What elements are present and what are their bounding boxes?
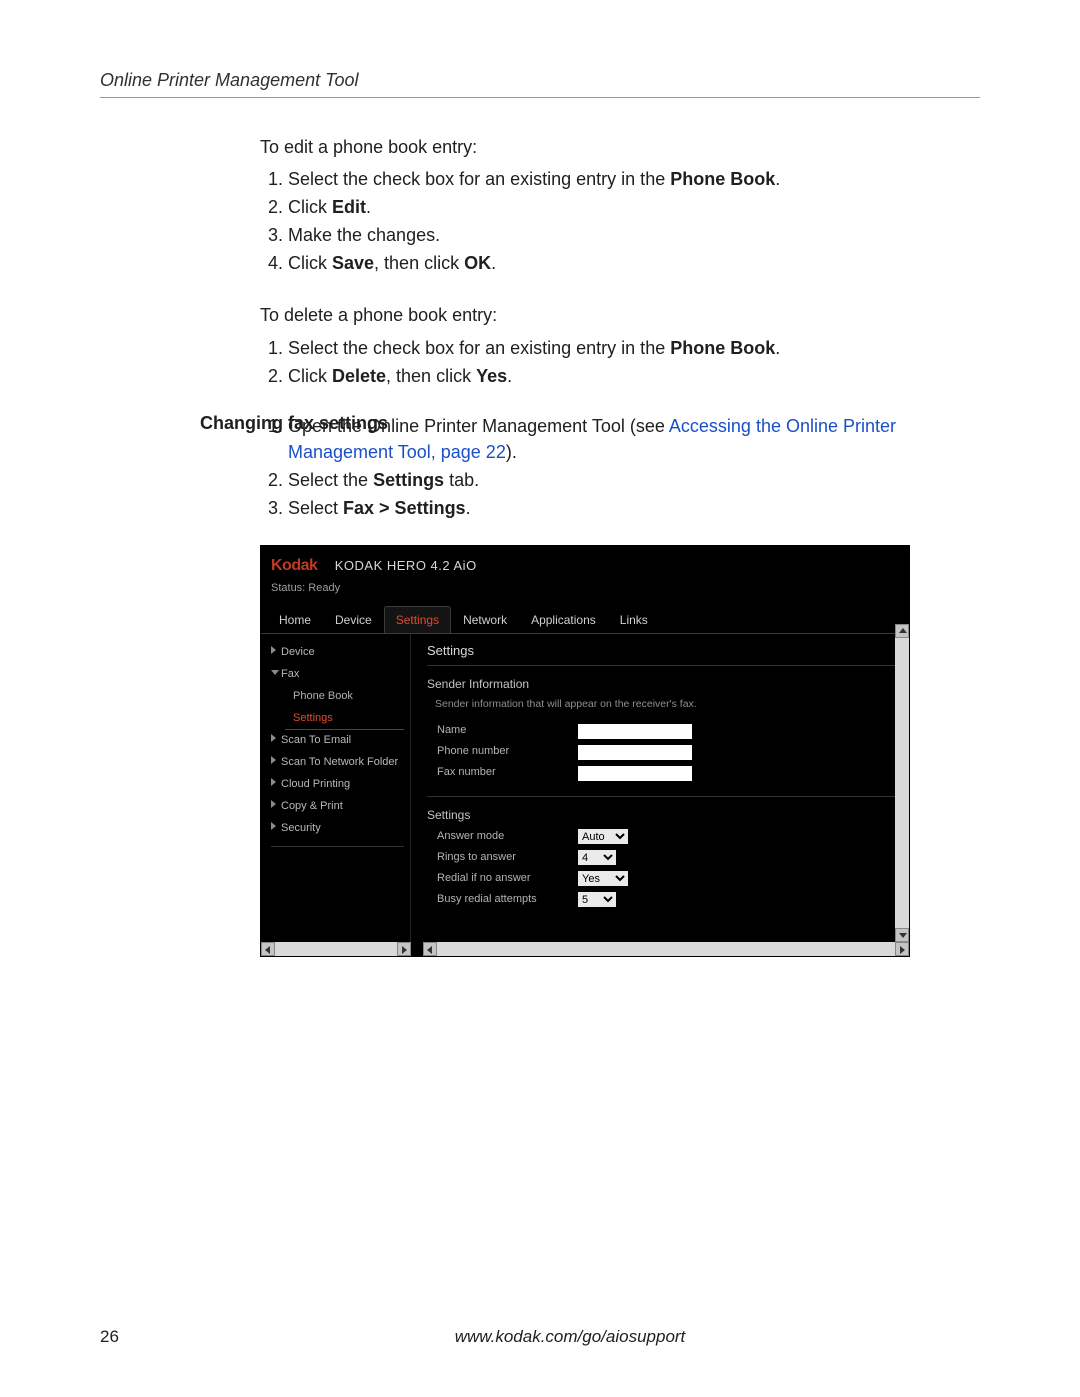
chevron-right-icon xyxy=(271,646,276,654)
kodak-logo: Kodak xyxy=(271,554,317,577)
fax-step2-pre: Select the xyxy=(288,470,373,490)
h-scroll-track-left xyxy=(261,942,411,956)
h-scroll-track-right xyxy=(423,942,895,956)
sidebar-item-copy-print[interactable]: Copy & Print xyxy=(271,796,404,818)
tab-links[interactable]: Links xyxy=(608,606,660,633)
sidebar-item-security[interactable]: Security xyxy=(271,818,404,840)
delete-intro: To delete a phone book entry: xyxy=(260,302,980,328)
redial-select[interactable]: Yes xyxy=(577,870,629,887)
edit-step2-bold: Edit xyxy=(332,197,366,217)
fax-step3-pre: Select xyxy=(288,498,343,518)
delete-step2-post: . xyxy=(507,366,512,386)
content-pane: Settings Sender Information Sender infor… xyxy=(411,634,909,957)
scroll-right-icon[interactable] xyxy=(397,942,411,956)
delete-step1-pre: Select the check box for an existing ent… xyxy=(288,338,670,358)
edit-step2-post: . xyxy=(366,197,371,217)
tabbar: Home Device Settings Network Application… xyxy=(261,609,909,634)
fax-step1-post: ). xyxy=(506,442,517,462)
sidebar-item-scan-to-network-folder[interactable]: Scan To Network Folder xyxy=(271,752,404,774)
edit-step3: Make the changes. xyxy=(288,222,980,248)
delete-step1-post: . xyxy=(775,338,780,358)
edit-step1-post: . xyxy=(775,169,780,189)
edit-intro: To edit a phone book entry: xyxy=(260,134,980,160)
horizontal-scrollbar[interactable] xyxy=(261,942,909,956)
edit-step2-pre: Click xyxy=(288,197,332,217)
status-line: Status: Ready xyxy=(271,581,899,597)
sidebar-item-phone-book[interactable]: Phone Book xyxy=(271,686,404,708)
fax-input[interactable] xyxy=(577,765,693,782)
page-number: 26 xyxy=(100,1327,160,1347)
footer-url: www.kodak.com/go/aiosupport xyxy=(160,1327,980,1347)
edit-step4-mid: , then click xyxy=(374,253,464,273)
phone-input[interactable] xyxy=(577,744,693,761)
sidebar-item-scan-to-email[interactable]: Scan To Email xyxy=(271,730,404,752)
delete-steps: Select the check box for an existing ent… xyxy=(260,335,980,389)
chevron-right-icon xyxy=(271,822,276,830)
chevron-right-icon xyxy=(271,778,276,786)
busy-select[interactable]: 5 xyxy=(577,891,617,908)
sidebar-item-cloud-printing[interactable]: Cloud Printing xyxy=(271,774,404,796)
edit-step1-pre: Select the check box for an existing ent… xyxy=(288,169,670,189)
scroll-up-icon[interactable] xyxy=(895,624,909,638)
chevron-right-icon xyxy=(271,734,276,742)
delete-step2-bold1: Delete xyxy=(332,366,386,386)
fax-step3-bold: Fax > Settings xyxy=(343,498,466,518)
fax-heading: Changing fax settings xyxy=(200,413,388,434)
edit-steps: Select the check box for an existing ent… xyxy=(260,166,980,276)
scroll-left-icon[interactable] xyxy=(423,942,437,956)
chevron-down-icon xyxy=(271,670,279,675)
settings-group-title: Settings xyxy=(427,807,905,824)
fax-step3-post: . xyxy=(466,498,471,518)
fax-step2-post: tab. xyxy=(444,470,479,490)
edit-step4-bold2: OK xyxy=(464,253,491,273)
delete-step2-pre: Click xyxy=(288,366,332,386)
page-header: Online Printer Management Tool xyxy=(100,70,980,98)
tab-network[interactable]: Network xyxy=(451,606,519,633)
sidebar: Device Fax Phone Book Settings Scan To E… xyxy=(261,634,411,957)
sidebar-item-fax[interactable]: Fax xyxy=(271,664,404,686)
tab-settings[interactable]: Settings xyxy=(384,606,451,633)
vertical-scrollbar[interactable] xyxy=(895,624,909,942)
content-title: Settings xyxy=(427,642,905,661)
fax-label: Fax number xyxy=(437,765,577,781)
fax-step2-bold: Settings xyxy=(373,470,444,490)
sender-info-sub: Sender information that will appear on t… xyxy=(435,697,905,712)
scroll-down-icon[interactable] xyxy=(895,928,909,942)
scroll-left-icon[interactable] xyxy=(261,942,275,956)
phone-label: Phone number xyxy=(437,744,577,760)
edit-step4-post: . xyxy=(491,253,496,273)
chevron-right-icon xyxy=(271,800,276,808)
sidebar-item-settings[interactable]: Settings xyxy=(271,708,404,730)
sidebar-divider xyxy=(271,846,404,847)
chevron-right-icon xyxy=(271,756,276,764)
busy-label: Busy redial attempts xyxy=(437,892,577,908)
tab-applications[interactable]: Applications xyxy=(519,606,608,633)
rings-select[interactable]: 4 xyxy=(577,849,617,866)
divider xyxy=(427,665,905,666)
tab-home[interactable]: Home xyxy=(267,606,323,633)
delete-step2-bold2: Yes xyxy=(476,366,507,386)
delete-step2-mid: , then click xyxy=(386,366,476,386)
rings-label: Rings to answer xyxy=(437,850,577,866)
edit-step4-bold1: Save xyxy=(332,253,374,273)
sidebar-item-device[interactable]: Device xyxy=(271,642,404,664)
answer-mode-label: Answer mode xyxy=(437,829,577,845)
name-label: Name xyxy=(437,723,577,739)
tab-device[interactable]: Device xyxy=(323,606,384,633)
delete-step1-bold: Phone Book xyxy=(670,338,775,358)
divider xyxy=(427,796,905,797)
name-input[interactable] xyxy=(577,723,693,740)
redial-label: Redial if no answer xyxy=(437,871,577,887)
app-window: Kodak KODAK HERO 4.2 AiO Status: Ready H… xyxy=(260,545,910,957)
edit-step4-pre: Click xyxy=(288,253,332,273)
scroll-right-icon[interactable] xyxy=(895,942,909,956)
sender-info-title: Sender Information xyxy=(427,676,905,693)
kodak-model: KODAK HERO 4.2 AiO xyxy=(335,558,477,573)
answer-mode-select[interactable]: Auto xyxy=(577,828,629,845)
edit-step1-bold: Phone Book xyxy=(670,169,775,189)
